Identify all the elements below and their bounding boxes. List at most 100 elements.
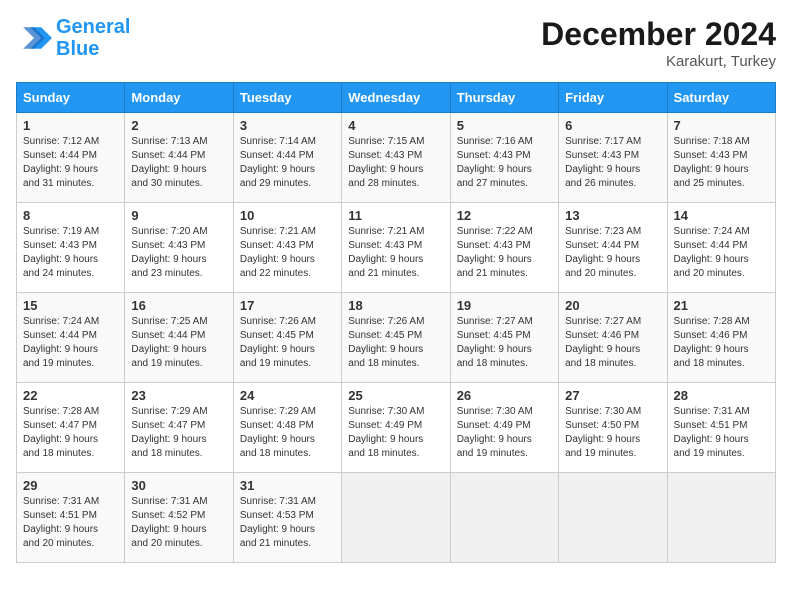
day-number: 31 <box>240 478 335 493</box>
calendar-cell: 24Sunrise: 7:29 AM Sunset: 4:48 PM Dayli… <box>233 383 341 473</box>
day-info: Sunrise: 7:30 AM Sunset: 4:50 PM Dayligh… <box>565 405 660 461</box>
day-info: Sunrise: 7:30 AM Sunset: 4:49 PM Dayligh… <box>348 405 443 461</box>
day-number: 11 <box>348 208 443 223</box>
day-info: Sunrise: 7:19 AM Sunset: 4:43 PM Dayligh… <box>23 225 118 281</box>
day-number: 12 <box>457 208 552 223</box>
calendar-cell: 10Sunrise: 7:21 AM Sunset: 4:43 PM Dayli… <box>233 203 341 293</box>
day-number: 26 <box>457 388 552 403</box>
day-info: Sunrise: 7:22 AM Sunset: 4:43 PM Dayligh… <box>457 225 552 281</box>
calendar-cell: 20 Sunrise: 7:27 AM Sunset: 4:46 PM Dayli… <box>559 293 667 383</box>
day-number: 9 <box>131 208 226 223</box>
title-block: December 2024 Karakurt, Turkey <box>541 16 776 70</box>
day-info: Sunrise: 7:17 AM Sunset: 4:43 PM Dayligh… <box>565 135 660 191</box>
day-number: 30 <box>131 478 226 493</box>
calendar-cell: 6 Sunrise: 7:17 AM Sunset: 4:43 PM Daylig… <box>559 113 667 203</box>
calendar-cell: 2 Sunrise: 7:13 AM Sunset: 4:44 PM Daylig… <box>125 113 233 203</box>
col-header-monday: Monday <box>125 83 233 113</box>
day-number: 24 <box>240 388 335 403</box>
day-info: Sunrise: 7:21 AM Sunset: 4:43 PM Dayligh… <box>240 225 335 281</box>
day-info: Sunrise: 7:27 AM Sunset: 4:46 PM Dayligh… <box>565 315 660 371</box>
day-number: 20 <box>565 298 660 313</box>
calendar-body: 1 Sunrise: 7:12 AM Sunset: 4:44 PM Daylig… <box>17 113 776 563</box>
day-number: 13 <box>565 208 660 223</box>
calendar-cell: 19Sunrise: 7:27 AM Sunset: 4:45 PM Dayli… <box>450 293 558 383</box>
day-info: Sunrise: 7:21 AM Sunset: 4:43 PM Dayligh… <box>348 225 443 281</box>
day-info: Sunrise: 7:31 AM Sunset: 4:53 PM Dayligh… <box>240 495 335 551</box>
calendar-cell: 9 Sunrise: 7:20 AM Sunset: 4:43 PM Daylig… <box>125 203 233 293</box>
day-number: 3 <box>240 118 335 133</box>
calendar-cell: 16 Sunrise: 7:25 AM Sunset: 4:44 PM Dayli… <box>125 293 233 383</box>
col-header-saturday: Saturday <box>667 83 775 113</box>
day-number: 27 <box>565 388 660 403</box>
logo: GeneralBlue <box>16 16 130 60</box>
col-header-sunday: Sunday <box>17 83 125 113</box>
calendar-header-row: SundayMondayTuesdayWednesdayThursdayFrid… <box>17 83 776 113</box>
calendar-cell: 29 Sunrise: 7:31 AM Sunset: 4:51 PM Dayli… <box>17 473 125 563</box>
day-number: 29 <box>23 478 118 493</box>
col-header-wednesday: Wednesday <box>342 83 450 113</box>
calendar-cell: 13 Sunrise: 7:23 AM Sunset: 4:44 PM Dayli… <box>559 203 667 293</box>
day-number: 5 <box>457 118 552 133</box>
day-info: Sunrise: 7:28 AM Sunset: 4:47 PM Dayligh… <box>23 405 118 461</box>
logo-icon <box>16 20 52 56</box>
calendar-week-4: 22Sunrise: 7:28 AM Sunset: 4:47 PM Dayli… <box>17 383 776 473</box>
day-info: Sunrise: 7:27 AM Sunset: 4:45 PM Dayligh… <box>457 315 552 371</box>
day-number: 28 <box>674 388 769 403</box>
calendar-table: SundayMondayTuesdayWednesdayThursdayFrid… <box>16 82 776 563</box>
calendar-cell <box>450 473 558 563</box>
day-info: Sunrise: 7:28 AM Sunset: 4:46 PM Dayligh… <box>674 315 769 371</box>
location: Karakurt, Turkey <box>541 53 776 70</box>
day-number: 6 <box>565 118 660 133</box>
calendar-cell <box>342 473 450 563</box>
day-info: Sunrise: 7:13 AM Sunset: 4:44 PM Dayligh… <box>131 135 226 191</box>
col-header-tuesday: Tuesday <box>233 83 341 113</box>
calendar-cell: 21Sunrise: 7:28 AM Sunset: 4:46 PM Dayli… <box>667 293 775 383</box>
calendar-week-3: 15Sunrise: 7:24 AM Sunset: 4:44 PM Dayli… <box>17 293 776 383</box>
month-title: December 2024 <box>541 16 776 53</box>
page-header: GeneralBlue December 2024 Karakurt, Turk… <box>16 16 776 70</box>
day-number: 2 <box>131 118 226 133</box>
day-info: Sunrise: 7:30 AM Sunset: 4:49 PM Dayligh… <box>457 405 552 461</box>
calendar-cell <box>559 473 667 563</box>
logo-text: GeneralBlue <box>56 16 130 60</box>
day-info: Sunrise: 7:14 AM Sunset: 4:44 PM Dayligh… <box>240 135 335 191</box>
calendar-cell: 7 Sunrise: 7:18 AM Sunset: 4:43 PM Daylig… <box>667 113 775 203</box>
calendar-cell: 5Sunrise: 7:16 AM Sunset: 4:43 PM Daylig… <box>450 113 558 203</box>
day-info: Sunrise: 7:20 AM Sunset: 4:43 PM Dayligh… <box>131 225 226 281</box>
calendar-cell: 25 Sunrise: 7:30 AM Sunset: 4:49 PM Dayli… <box>342 383 450 473</box>
day-info: Sunrise: 7:18 AM Sunset: 4:43 PM Dayligh… <box>674 135 769 191</box>
calendar-cell: 27 Sunrise: 7:30 AM Sunset: 4:50 PM Dayli… <box>559 383 667 473</box>
day-info: Sunrise: 7:31 AM Sunset: 4:51 PM Dayligh… <box>23 495 118 551</box>
day-info: Sunrise: 7:29 AM Sunset: 4:47 PM Dayligh… <box>131 405 226 461</box>
day-info: Sunrise: 7:31 AM Sunset: 4:51 PM Dayligh… <box>674 405 769 461</box>
calendar-cell: 1 Sunrise: 7:12 AM Sunset: 4:44 PM Daylig… <box>17 113 125 203</box>
calendar-cell: 15Sunrise: 7:24 AM Sunset: 4:44 PM Dayli… <box>17 293 125 383</box>
day-number: 8 <box>23 208 118 223</box>
calendar-cell: 4 Sunrise: 7:15 AM Sunset: 4:43 PM Daylig… <box>342 113 450 203</box>
calendar-cell: 30 Sunrise: 7:31 AM Sunset: 4:52 PM Dayli… <box>125 473 233 563</box>
day-info: Sunrise: 7:31 AM Sunset: 4:52 PM Dayligh… <box>131 495 226 551</box>
day-info: Sunrise: 7:25 AM Sunset: 4:44 PM Dayligh… <box>131 315 226 371</box>
day-number: 16 <box>131 298 226 313</box>
day-info: Sunrise: 7:26 AM Sunset: 4:45 PM Dayligh… <box>348 315 443 371</box>
calendar-cell: 18Sunrise: 7:26 AM Sunset: 4:45 PM Dayli… <box>342 293 450 383</box>
day-number: 1 <box>23 118 118 133</box>
day-number: 25 <box>348 388 443 403</box>
day-number: 14 <box>674 208 769 223</box>
day-number: 7 <box>674 118 769 133</box>
calendar-cell: 26 Sunrise: 7:30 AM Sunset: 4:49 PM Dayli… <box>450 383 558 473</box>
day-info: Sunrise: 7:23 AM Sunset: 4:44 PM Dayligh… <box>565 225 660 281</box>
calendar-week-2: 8 Sunrise: 7:19 AM Sunset: 4:43 PM Daylig… <box>17 203 776 293</box>
calendar-cell: 14Sunrise: 7:24 AM Sunset: 4:44 PM Dayli… <box>667 203 775 293</box>
day-info: Sunrise: 7:24 AM Sunset: 4:44 PM Dayligh… <box>23 315 118 371</box>
day-info: Sunrise: 7:15 AM Sunset: 4:43 PM Dayligh… <box>348 135 443 191</box>
calendar-cell: 28 Sunrise: 7:31 AM Sunset: 4:51 PM Dayli… <box>667 383 775 473</box>
calendar-week-5: 29 Sunrise: 7:31 AM Sunset: 4:51 PM Dayli… <box>17 473 776 563</box>
day-info: Sunrise: 7:12 AM Sunset: 4:44 PM Dayligh… <box>23 135 118 191</box>
day-info: Sunrise: 7:26 AM Sunset: 4:45 PM Dayligh… <box>240 315 335 371</box>
calendar-cell: 3 Sunrise: 7:14 AM Sunset: 4:44 PM Daylig… <box>233 113 341 203</box>
calendar-cell: 31 Sunrise: 7:31 AM Sunset: 4:53 PM Dayli… <box>233 473 341 563</box>
calendar-cell <box>667 473 775 563</box>
day-number: 23 <box>131 388 226 403</box>
day-number: 4 <box>348 118 443 133</box>
